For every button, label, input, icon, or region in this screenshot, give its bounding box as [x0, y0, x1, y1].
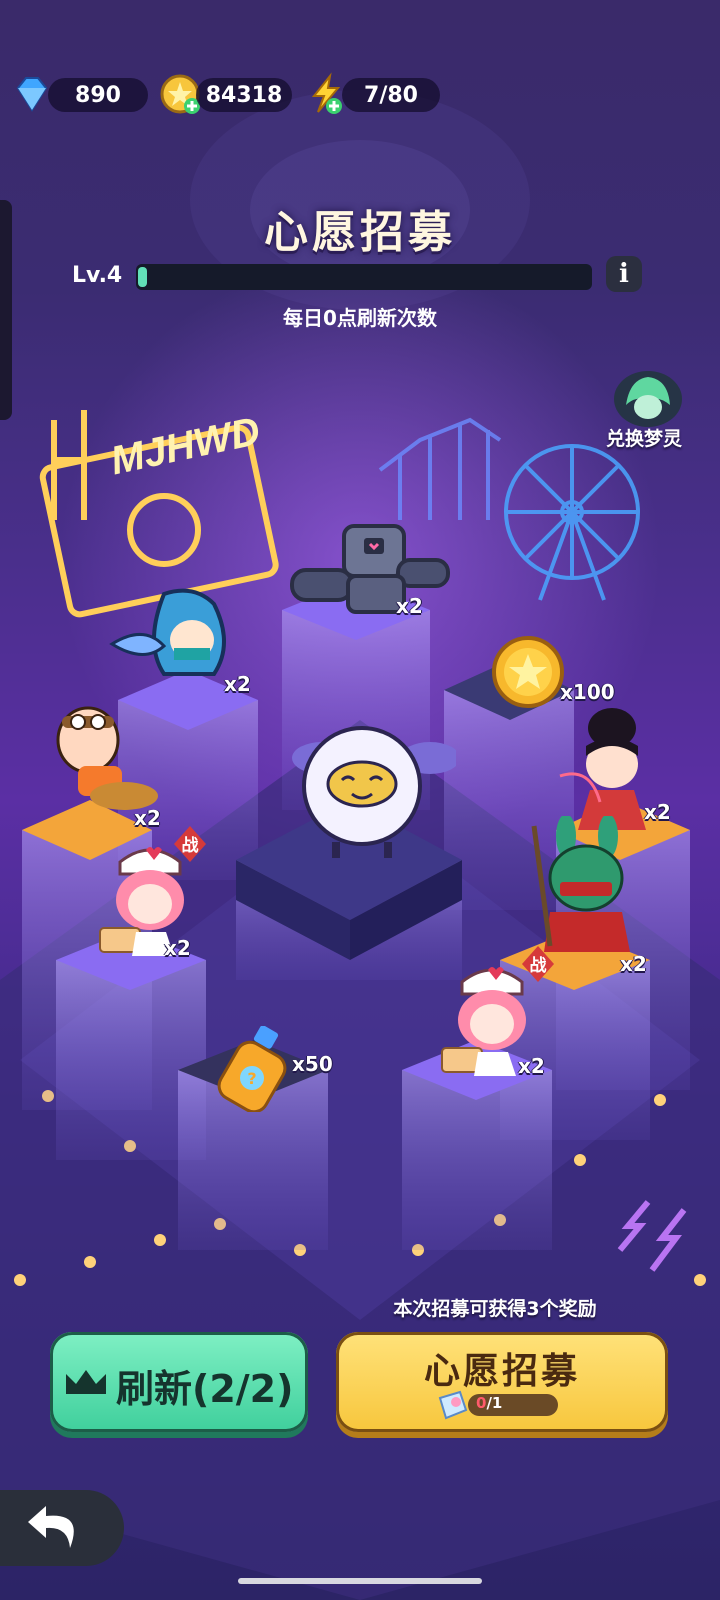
level-label: Lv.4: [72, 263, 123, 288]
coin-count: 84318: [196, 78, 292, 112]
info-button[interactable]: i: [606, 256, 642, 292]
level-progress-fill: [138, 267, 147, 287]
wish-cost-owned: 0: [476, 1394, 487, 1412]
page-title: 心愿招募: [264, 207, 456, 258]
recruit-hint-text: 本次招募可获得3个奖励: [393, 1298, 597, 1320]
gold-coin-icon[interactable]: [490, 634, 566, 710]
game-screen: MJHWD 890 84318 7/80 心愿招募 Lv.4 i 每日0点刷新次…: [0, 0, 720, 1600]
home-indicator[interactable]: [238, 1578, 482, 1584]
refresh-button[interactable]: 刷新(2/2): [50, 1332, 308, 1432]
hooded-hero-icon[interactable]: [104, 584, 244, 694]
reward-qty: x50: [292, 1052, 333, 1076]
rabbit-warrior-hero-icon[interactable]: [520, 816, 640, 956]
wish-ticket-icon: [438, 1390, 468, 1420]
battle-badge-icon: 战: [174, 826, 206, 862]
reward-qty: x2: [518, 1054, 545, 1078]
sheep-mascot-icon: [292, 726, 456, 858]
robot-hero-icon[interactable]: [288, 520, 458, 620]
back-button[interactable]: [0, 1490, 124, 1566]
svg-text:?: ?: [247, 1069, 256, 1088]
wish-cost-required: /1: [486, 1394, 503, 1412]
exchange-label[interactable]: 兑换梦灵: [606, 424, 682, 451]
energy-count: 7/80: [342, 78, 440, 112]
reward-qty: x2: [396, 594, 423, 618]
reward-qty: x2: [134, 806, 161, 830]
gem-count: 890: [48, 78, 148, 112]
back-arrow-icon: [28, 1506, 74, 1548]
reward-qty: x2: [164, 936, 191, 960]
potion-bottle-icon[interactable]: ?: [216, 1026, 296, 1112]
wish-recruit-label: 心愿招募: [423, 1351, 580, 1392]
reward-qty: x2: [644, 800, 671, 824]
reward-qty: x2: [620, 952, 647, 976]
reward-qty: x2: [224, 672, 251, 696]
level-progress-bar: [136, 264, 592, 290]
refresh-info-text: 每日0点刷新次数: [283, 306, 437, 330]
side-tab[interactable]: [0, 200, 12, 420]
refresh-button-label: 刷新(2/2): [116, 1367, 294, 1411]
reward-qty: x100: [560, 680, 615, 704]
crown-icon: [66, 1370, 106, 1394]
wish-recruit-button[interactable]: 心愿招募 0/1: [336, 1332, 668, 1432]
wish-cost-pill: 0/1: [468, 1394, 558, 1416]
pilot-hero-icon[interactable]: [48, 700, 168, 820]
neon-sign-text: MJHWD: [107, 409, 264, 483]
battle-badge-text: 战: [182, 836, 199, 856]
exchange-dream-spirit-icon[interactable]: [612, 365, 684, 429]
